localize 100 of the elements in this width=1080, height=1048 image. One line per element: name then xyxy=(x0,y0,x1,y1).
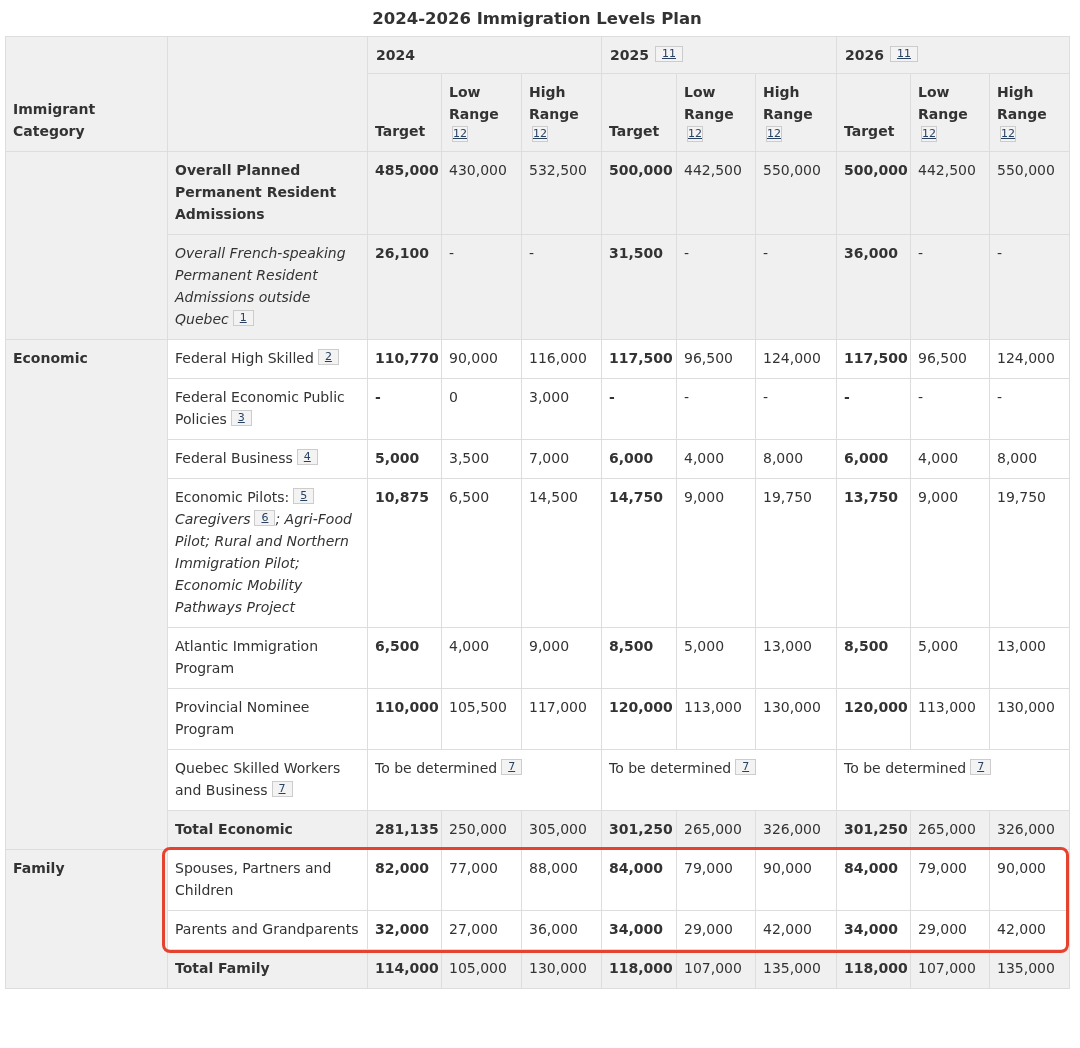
row-label: Overall French-speaking Permanent Resident Admissions outside Quebec 1 xyxy=(167,234,368,340)
table-cell: 6,500 xyxy=(367,627,442,689)
table-cell: 6,500 xyxy=(441,478,522,628)
footnote-link[interactable]: 12 xyxy=(1000,126,1016,142)
row-label: Provincial Nominee Program xyxy=(167,688,368,750)
table-cell: 110,000 xyxy=(367,688,442,750)
table-cell: - xyxy=(521,234,602,340)
table-cell: 90,000 xyxy=(441,339,522,379)
table-cell: 500,000 xyxy=(601,151,677,235)
column-header: Immigrant Category xyxy=(5,36,168,152)
table-cell: 10,875 xyxy=(367,478,442,628)
table-cell: - xyxy=(441,234,522,340)
column-header: 2025 11 xyxy=(601,36,837,74)
table-cell: - xyxy=(755,378,837,440)
footnote-link[interactable]: 4 xyxy=(296,449,318,465)
table-cell: To be determined 7 xyxy=(836,749,1070,811)
column-header: 2026 11 xyxy=(836,36,1070,74)
column-header: Low Range 12 xyxy=(676,73,756,152)
row-label: Atlantic Immigration Program xyxy=(167,627,368,689)
table-cell: 9,000 xyxy=(676,478,756,628)
footnote-link[interactable]: 3 xyxy=(230,410,252,426)
footnote-link[interactable]: 2 xyxy=(317,349,339,365)
row-label: Overall Planned Permanent Resident Admissions xyxy=(167,151,368,235)
table-cell: 13,000 xyxy=(989,627,1070,689)
category-label: Family xyxy=(5,849,168,989)
table-cell: 113,000 xyxy=(676,688,756,750)
table-cell: To be determined 7 xyxy=(367,749,602,811)
table-cell: 19,750 xyxy=(989,478,1070,628)
footnote-link[interactable]: 7 xyxy=(501,759,523,775)
table-cell: 31,500 xyxy=(601,234,677,340)
table-cell: 13,000 xyxy=(755,627,837,689)
table-cell: 26,100 xyxy=(367,234,442,340)
footnote-link[interactable]: 12 xyxy=(766,126,782,142)
table-cell: 7,000 xyxy=(521,439,602,479)
table-cell: 117,500 xyxy=(601,339,677,379)
footnote-link[interactable]: 7 xyxy=(271,781,293,797)
column-header: Target xyxy=(601,73,677,152)
footnote-link[interactable]: 7 xyxy=(735,759,757,775)
table-cell: 4,000 xyxy=(676,439,756,479)
table-cell: 13,750 xyxy=(836,478,911,628)
table-cell: 8,500 xyxy=(601,627,677,689)
table-cell: 124,000 xyxy=(989,339,1070,379)
column-header: Low Range 12 xyxy=(910,73,990,152)
table-cell: - xyxy=(367,378,442,440)
table-cell: 3,500 xyxy=(441,439,522,479)
table-cell: 96,500 xyxy=(910,339,990,379)
table-cell: 6,000 xyxy=(601,439,677,479)
footnote-link[interactable]: 1 xyxy=(232,310,254,326)
table-cell: 430,000 xyxy=(441,151,522,235)
table-cell: 550,000 xyxy=(989,151,1070,235)
footnote-link[interactable]: 6 xyxy=(254,510,276,526)
footnote-link[interactable]: 12 xyxy=(921,126,937,142)
table-cell: 5,000 xyxy=(367,439,442,479)
table-cell: 120,000 xyxy=(601,688,677,750)
table-cell: 500,000 xyxy=(836,151,911,235)
table-cell: 120,000 xyxy=(836,688,911,750)
table-cell: 116,000 xyxy=(521,339,602,379)
row-label: Federal Business 4 xyxy=(167,439,368,479)
column-header: Target xyxy=(836,73,911,152)
table-cell: 5,000 xyxy=(676,627,756,689)
table-cell: To be determined 7 xyxy=(601,749,837,811)
table-cell: - xyxy=(676,234,756,340)
row-label: Federal Economic Public Policies 3 xyxy=(167,378,368,440)
footnote-link[interactable]: 12 xyxy=(687,126,703,142)
table-cell: 550,000 xyxy=(755,151,837,235)
table-cell: 9,000 xyxy=(521,627,602,689)
table-cell: - xyxy=(676,378,756,440)
table-cell: 130,000 xyxy=(989,688,1070,750)
table-cell: 485,000 xyxy=(367,151,442,235)
category-label: Economic xyxy=(5,339,168,850)
table-cell: 96,500 xyxy=(676,339,756,379)
table-cell: 8,000 xyxy=(755,439,837,479)
table-cell: 36,000 xyxy=(836,234,911,340)
table-cell: 117,500 xyxy=(836,339,911,379)
footnote-link[interactable]: 5 xyxy=(293,488,315,504)
footnote-link[interactable]: 12 xyxy=(452,126,468,142)
table-cell: - xyxy=(910,234,990,340)
footnote-link[interactable]: 11 xyxy=(890,46,918,62)
table-cell: 117,000 xyxy=(521,688,602,750)
footnote-link[interactable]: 11 xyxy=(654,46,683,62)
table-cell: 110,770 xyxy=(367,339,442,379)
table-cell: 124,000 xyxy=(755,339,837,379)
column-header: Low Range 12 xyxy=(441,73,522,152)
table-cell: 14,500 xyxy=(521,478,602,628)
column-header: 2024 xyxy=(367,36,602,74)
footnote-link[interactable]: 12 xyxy=(532,126,548,142)
column-header: High Range 12 xyxy=(521,73,602,152)
table-cell: 19,750 xyxy=(755,478,837,628)
table-cell: 130,000 xyxy=(755,688,837,750)
table-cell: - xyxy=(989,378,1070,440)
table-cell: 5,000 xyxy=(910,627,990,689)
table-cell: 9,000 xyxy=(910,478,990,628)
table-cell: - xyxy=(910,378,990,440)
table-cell: 14,750 xyxy=(601,478,677,628)
row-label: Quebec Skilled Workers and Business 7 xyxy=(167,749,368,811)
footnote-link[interactable]: 7 xyxy=(970,759,992,775)
table-title: 2024-2026 Immigration Levels Plan xyxy=(372,9,702,28)
table-cell: 442,500 xyxy=(676,151,756,235)
table-cell: - xyxy=(989,234,1070,340)
table-cell: 105,500 xyxy=(441,688,522,750)
